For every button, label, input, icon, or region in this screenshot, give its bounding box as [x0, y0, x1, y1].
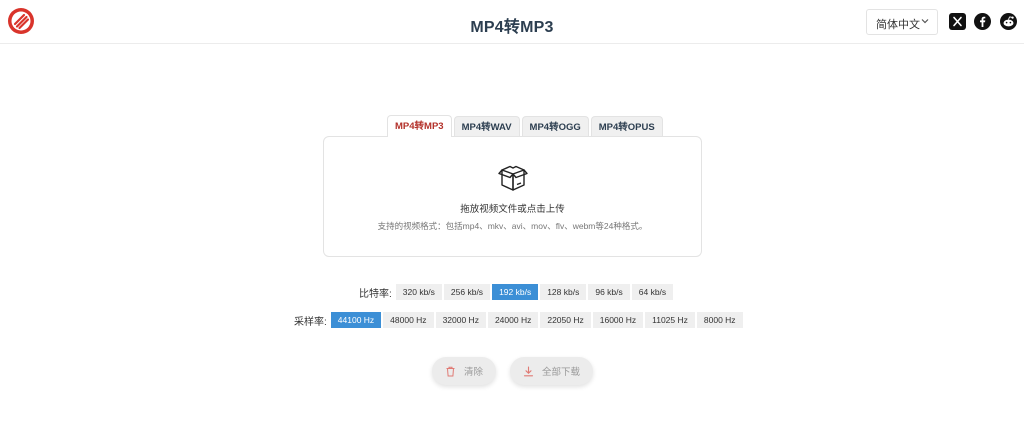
- sample-rate-option-8000[interactable]: 8000 Hz: [696, 312, 743, 328]
- bitrate-option-192[interactable]: 192 kb/s: [492, 284, 539, 300]
- sample-rate-option-24000[interactable]: 24000 Hz: [487, 312, 539, 328]
- sample-rate-option-44100[interactable]: 44100 Hz: [330, 312, 382, 328]
- sample-rate-option-16000[interactable]: 16000 Hz: [592, 312, 644, 328]
- clear-button-label: 清除: [463, 367, 483, 378]
- download-all-button-label: 全部下载: [541, 367, 580, 378]
- header: MP4转MP3 简体中文: [0, 0, 1024, 44]
- sample-rate-row: 采样率: 44100 Hz 48000 Hz 32000 Hz 24000 Hz…: [294, 312, 745, 328]
- tab-mp4-to-mp3[interactable]: MP4转MP3: [387, 115, 452, 137]
- tab-mp4-to-ogg[interactable]: MP4转OGG: [521, 116, 589, 137]
- upload-title: 拖放视频文件或点击上传: [460, 204, 565, 215]
- bitrate-option-128[interactable]: 128 kb/s: [540, 284, 587, 300]
- bitrate-option-256[interactable]: 256 kb/s: [443, 284, 491, 300]
- x-icon[interactable]: [949, 13, 966, 30]
- download-all-button[interactable]: 全部下载: [510, 357, 593, 385]
- facebook-icon[interactable]: [974, 13, 991, 30]
- download-icon: [523, 365, 534, 376]
- trash-icon: [446, 366, 455, 376]
- bitrate-option-64[interactable]: 64 kb/s: [631, 284, 674, 300]
- sample-rate-option-32000[interactable]: 32000 Hz: [435, 312, 486, 328]
- bitrate-label: 比特率:: [359, 288, 392, 300]
- bitrate-row: 比特率: 320 kb/s 256 kb/s 192 kb/s 128 kb/s…: [359, 284, 675, 300]
- clear-button[interactable]: 清除: [432, 357, 496, 385]
- upload-dropzone[interactable]: 拖放视频文件或点击上传 支持的视频格式：包括mp4、mkv、avi、mov、fl…: [323, 136, 702, 257]
- sample-rate-option-11025[interactable]: 11025 Hz: [645, 312, 695, 328]
- format-tabs: MP4转MP3 MP4转WAV MP4转OGG MP4转OPUS: [387, 115, 665, 137]
- sample-rate-option-22050[interactable]: 22050 Hz: [540, 312, 591, 328]
- sample-rate-label: 采样率:: [294, 316, 327, 328]
- upload-formats: 支持的视频格式：包括mp4、mkv、avi、mov、flv、webm等24种格式…: [377, 221, 648, 231]
- tab-mp4-to-wav[interactable]: MP4转WAV: [453, 116, 520, 137]
- bitrate-option-96[interactable]: 96 kb/s: [588, 284, 630, 300]
- reddit-icon[interactable]: [1000, 13, 1017, 30]
- chevron-down-icon: [921, 19, 929, 24]
- language-select[interactable]: 简体中文: [866, 9, 938, 35]
- box-upload-icon: [498, 165, 528, 191]
- tab-mp4-to-opus[interactable]: MP4转OPUS: [590, 116, 663, 137]
- bitrate-option-320[interactable]: 320 kb/s: [395, 284, 442, 300]
- language-select-value: 简体中文: [876, 19, 920, 31]
- sample-rate-option-48000[interactable]: 48000 Hz: [383, 312, 434, 328]
